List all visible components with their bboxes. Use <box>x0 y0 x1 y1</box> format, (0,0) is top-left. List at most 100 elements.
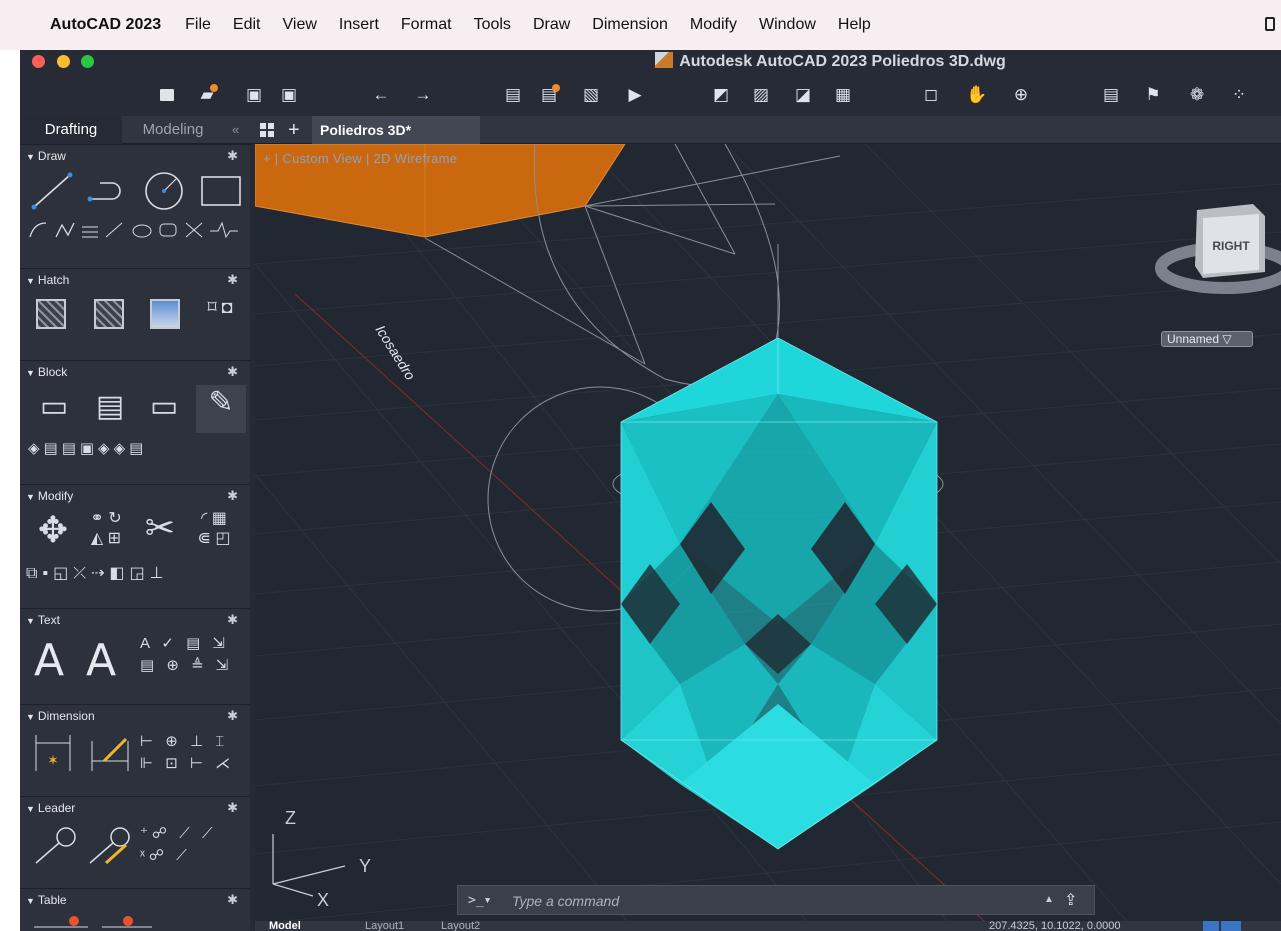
dimension-icon[interactable]: ✶ <box>32 731 74 775</box>
menu-format[interactable]: Format <box>401 16 452 34</box>
line-icon[interactable] <box>30 171 74 211</box>
viewport-controls[interactable]: + | Custom View | 2D Wireframe <box>263 151 457 166</box>
app-menu[interactable]: AutoCAD 2023 <box>50 16 161 34</box>
hatch-section-header[interactable]: ▼ Hatch ✱ <box>20 269 250 291</box>
tab-model[interactable]: Model <box>269 921 301 931</box>
more-text-tools-icon[interactable]: A ✓ ▤ ⇲ ▤ ⊕ ≜ ⇲ <box>140 633 246 677</box>
menu-file[interactable]: File <box>185 16 211 34</box>
table-icon[interactable] <box>32 911 202 931</box>
menu-dimension[interactable]: Dimension <box>592 16 668 34</box>
save-as-icon[interactable]: ▣ <box>278 84 300 106</box>
boundary-icon[interactable]: ⌑ ◘ <box>200 297 240 318</box>
block-section-header[interactable]: ▼ Block ✱ <box>20 361 250 383</box>
collapse-palette-button[interactable]: « <box>232 122 239 137</box>
define-attributes-icon[interactable]: ✎ <box>196 385 246 433</box>
tab-layout1[interactable]: Layout1 <box>365 921 404 931</box>
menu-modify[interactable]: Modify <box>690 16 737 34</box>
draw-section-header[interactable]: ▼ Draw ✱ <box>20 145 250 167</box>
export-pdf-icon[interactable]: ▶ <box>624 84 646 106</box>
drawing-viewport[interactable]: Icosaedro Z Y X RIGHT + | Custom View | … <box>255 144 1281 931</box>
more-dimension-tools-icon[interactable]: ⊢ ⊕ ⊥ ⌶ ⊩ ⊡ ⊢ ⋌ <box>140 731 246 775</box>
gear-icon[interactable]: ✱ <box>227 485 238 507</box>
plot-icon[interactable]: ▤ <box>502 84 524 106</box>
viewcube-right-face[interactable]: RIGHT <box>1212 239 1250 253</box>
share-icon[interactable]: ◩ <box>710 84 732 106</box>
cyan-polyhedron[interactable] <box>620 337 938 850</box>
leader-section-header[interactable]: ▼ Leader ✱ <box>20 797 250 819</box>
gear-icon[interactable]: ✱ <box>227 145 238 167</box>
layout-icon[interactable]: ▦ <box>832 84 854 106</box>
undo-icon[interactable]: ← <box>370 84 392 106</box>
match-icon[interactable]: ⚑ <box>1142 84 1164 106</box>
edit-hatch-icon[interactable] <box>94 299 124 329</box>
create-block-icon[interactable]: ▭ <box>34 389 74 424</box>
rectangle-icon[interactable] <box>198 171 244 211</box>
icosaedro-label[interactable]: Icosaedro <box>372 322 418 383</box>
command-input[interactable] <box>512 891 1012 911</box>
import-icon[interactable]: ▨ <box>750 84 772 106</box>
batch-plot-icon[interactable]: ▤ <box>538 84 560 106</box>
more-block-tools-icon[interactable]: ◈▤▤▣◈◈▤ <box>28 439 238 457</box>
open-file-icon[interactable]: ▰ <box>196 84 218 106</box>
single-line-text-icon[interactable]: A <box>86 635 116 686</box>
gear-icon[interactable]: ✱ <box>227 797 238 819</box>
gear-icon[interactable]: ✱ <box>227 269 238 291</box>
tab-modeling[interactable]: Modeling <box>122 116 224 144</box>
publish-icon[interactable]: ▧ <box>580 84 602 106</box>
share-icon[interactable]: ⇪ <box>1064 890 1077 910</box>
gear-icon[interactable]: ✱ <box>227 889 238 911</box>
named-view-dropdown[interactable]: Unnamed ▽ <box>1161 331 1253 347</box>
orbit-icon[interactable]: ⊕ <box>1010 84 1032 106</box>
drawing-canvas[interactable]: Icosaedro Z Y X RIGHT <box>255 144 1281 931</box>
viewcube[interactable]: RIGHT <box>1155 204 1281 294</box>
properties-icon[interactable]: ▤ <box>1100 84 1122 106</box>
more-draw-tools-icon[interactable] <box>26 217 246 243</box>
gear-icon[interactable]: ✱ <box>227 705 238 727</box>
render-icon[interactable]: ❁ <box>1186 84 1208 106</box>
snap-toggle-icon[interactable] <box>1221 921 1241 931</box>
drawing-grid-icon[interactable] <box>260 123 274 137</box>
gear-icon[interactable]: ✱ <box>227 609 238 631</box>
text-section-header[interactable]: ▼ Text ✱ <box>20 609 250 631</box>
table-section-header[interactable]: ▼ Table ✱ <box>20 889 250 911</box>
multiline-text-icon[interactable]: A <box>34 635 64 686</box>
multileader-icon[interactable] <box>32 823 78 867</box>
edit-leader-icon[interactable] <box>86 823 132 867</box>
menu-help[interactable]: Help <box>838 16 871 34</box>
copy-rotate-icon[interactable]: ⚭ ↻ ◭ ⊞ <box>80 509 132 549</box>
more-leader-tools-icon[interactable]: ⁺☍ ⟋ ⟋ ˣ☍ ⟋ <box>140 823 220 867</box>
status-menu-icon[interactable] <box>1265 17 1275 31</box>
command-prompt-icon[interactable]: >_▾ <box>468 893 491 908</box>
menu-draw[interactable]: Draw <box>533 16 570 34</box>
gear-icon[interactable]: ✱ <box>227 361 238 383</box>
new-tab-button[interactable]: + <box>288 119 300 142</box>
tab-poliedros-3d[interactable]: Poliedros 3D* <box>312 116 480 144</box>
circle-icon[interactable] <box>142 169 186 211</box>
menu-tools[interactable]: Tools <box>474 16 511 34</box>
gradient-icon[interactable] <box>150 299 180 329</box>
modify-section-header[interactable]: ▼ Modify ✱ <box>20 485 250 507</box>
move-icon[interactable]: ✥ <box>32 509 74 551</box>
fillet-array-icon[interactable]: ◜ ▦ ⋐ ◰ <box>186 509 242 549</box>
trim-icon[interactable]: ✂ <box>140 507 180 549</box>
tab-layout2[interactable]: Layout2 <box>441 921 480 931</box>
edit-dimension-icon[interactable] <box>88 731 132 775</box>
attach-icon[interactable]: ◪ <box>792 84 814 106</box>
menu-view[interactable]: View <box>283 16 317 34</box>
save-icon[interactable]: ▣ <box>243 84 265 106</box>
menu-insert[interactable]: Insert <box>339 16 379 34</box>
tab-drafting[interactable]: Drafting <box>20 116 122 144</box>
insert-block-icon[interactable]: ▤ <box>90 389 130 424</box>
pan-icon[interactable]: ✋ <box>966 84 988 106</box>
point-icon[interactable]: ⁘ <box>1228 84 1250 106</box>
redo-icon[interactable]: → <box>412 84 434 106</box>
more-modify-tools-icon[interactable]: ⧉▪◱⤫⇢◧◲⊥ <box>26 563 238 583</box>
grid-toggle-icon[interactable] <box>1203 921 1219 931</box>
polyline-icon[interactable] <box>86 171 130 211</box>
command-history-up-icon[interactable]: ▲ <box>1044 894 1054 905</box>
menu-window[interactable]: Window <box>759 16 816 34</box>
menu-edit[interactable]: Edit <box>233 16 261 34</box>
new-file-icon[interactable] <box>156 84 178 106</box>
edit-block-icon[interactable]: ▭ <box>144 389 184 424</box>
dimension-section-header[interactable]: ▼ Dimension ✱ <box>20 705 250 727</box>
